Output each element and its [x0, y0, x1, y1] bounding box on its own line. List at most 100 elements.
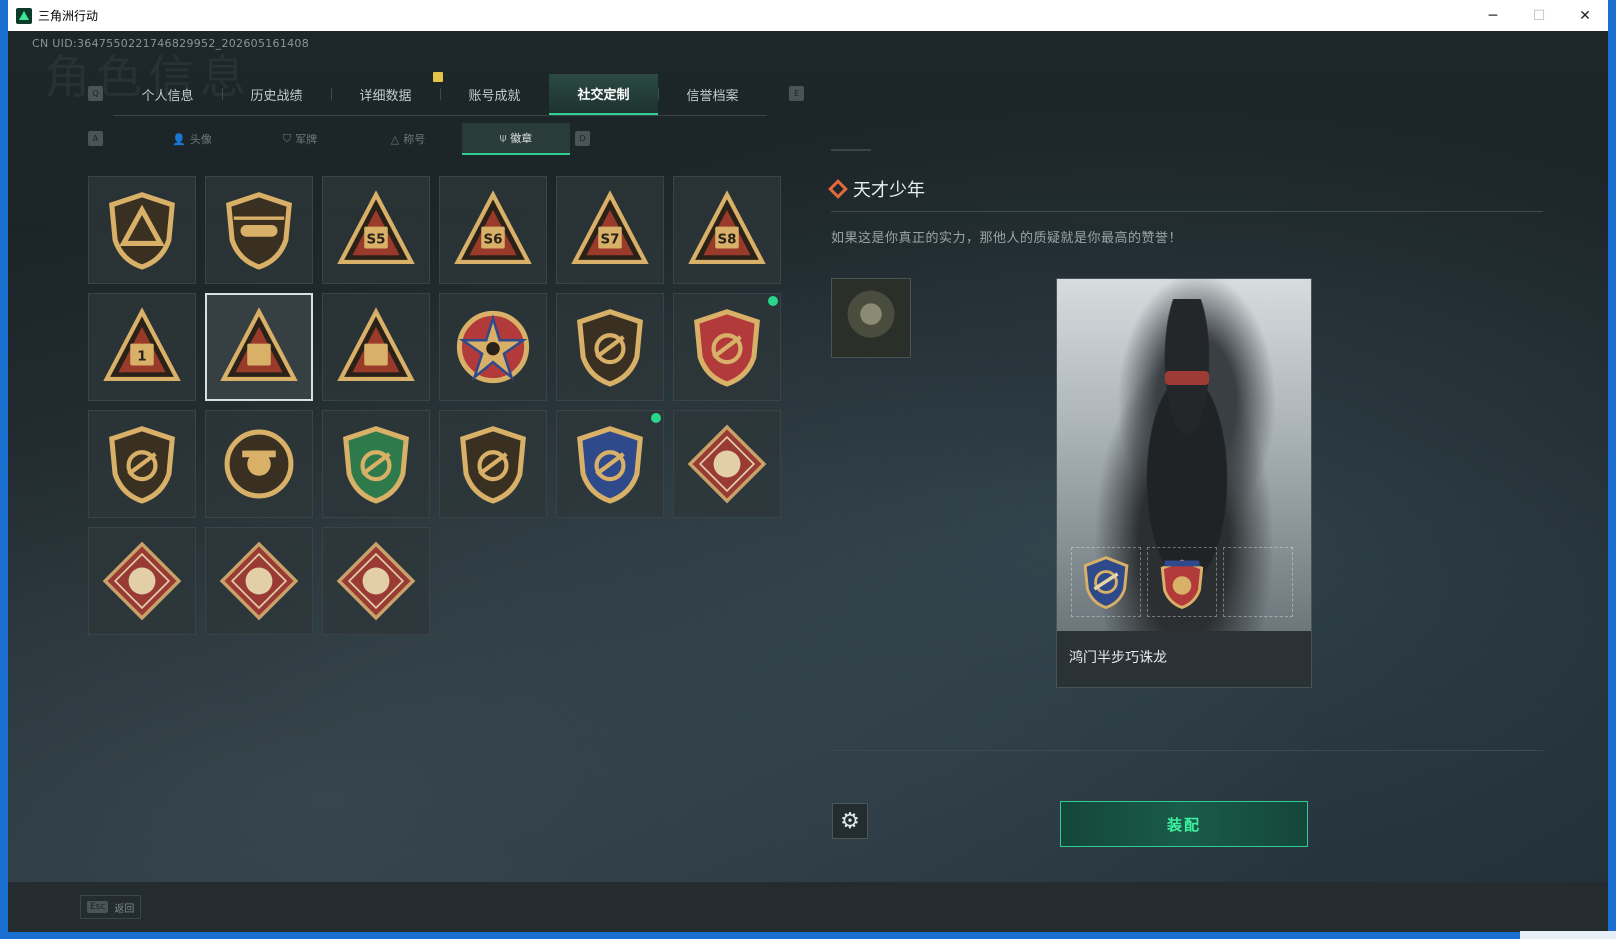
prev-tab-key[interactable]: Q — [88, 86, 103, 101]
badge-cell-18[interactable] — [88, 527, 196, 635]
card-artwork — [1057, 279, 1311, 631]
player-avatar — [831, 278, 911, 358]
svg-text:S5: S5 — [366, 232, 385, 247]
badge-cell-9[interactable] — [439, 293, 547, 401]
subtab-label: 称号 — [403, 133, 426, 146]
badge-cell-7[interactable] — [205, 293, 313, 401]
subtab-1[interactable]: ⛉ 军牌 — [246, 123, 354, 155]
badge-cell-2[interactable]: S5 — [322, 176, 430, 284]
diamond-dragon-badge-icon — [102, 541, 182, 621]
esc-key-icon: Esc — [87, 901, 109, 913]
diamond-dragon-badge-icon — [219, 541, 299, 621]
blue-shield-badge-icon — [1083, 556, 1129, 610]
badge-cell-0[interactable] — [88, 176, 196, 284]
badge-cell-12[interactable] — [88, 410, 196, 518]
subtab-0[interactable]: 👤 头像 — [138, 123, 246, 155]
new-indicator-icon — [651, 413, 661, 423]
subtab-label: 徽章 — [510, 132, 533, 145]
red-star-shield-badge-icon — [1160, 559, 1204, 610]
tab-notification-icon — [433, 72, 443, 82]
footer-bar: Esc 返回 — [8, 882, 1608, 932]
tab-5[interactable]: 信誉档案 — [658, 74, 767, 115]
shield-triangle-badge-icon — [109, 192, 175, 270]
diamond-runner-badge-icon — [336, 541, 416, 621]
tab-1[interactable]: 历史战绩 — [222, 74, 331, 115]
divider — [831, 211, 1543, 212]
badge-cell-10[interactable] — [556, 293, 664, 401]
window-titlebar: 三角洲行动 ─ ☐ ✕ — [8, 0, 1608, 31]
sub-tabs: 👤 头像 ⛉ 军牌 △ 称号 ⍦ 徽章 — [138, 123, 570, 155]
tri-badge-icon: 1 — [103, 307, 181, 382]
back-button[interactable]: Esc 返回 — [80, 895, 142, 919]
badge-cell-15[interactable] — [439, 410, 547, 518]
badge-cell-11[interactable] — [673, 293, 781, 401]
card-badge-slots — [1071, 547, 1293, 617]
detail-description: 如果这是你真正的实力，那他人的质疑就是你最高的赞誉！ — [831, 231, 1183, 246]
next-subtab-key[interactable]: D — [575, 131, 590, 146]
subtab-2[interactable]: △ 称号 — [354, 123, 462, 155]
badge-icon: ⍦ — [499, 131, 507, 144]
soldier-visor — [1165, 371, 1209, 385]
badge-cell-14[interactable] — [322, 410, 430, 518]
settings-button[interactable]: ⚙ — [832, 803, 868, 839]
next-tab-key[interactable]: E — [789, 86, 804, 101]
badge-cell-8[interactable] — [322, 293, 430, 401]
detail-title-text: 天才少年 — [853, 180, 925, 201]
game-window: 角色信息 CN UID:3647550221746829952_20260516… — [8, 31, 1608, 932]
badge-cell-5[interactable]: S8 — [673, 176, 781, 284]
badge-cell-1[interactable] — [205, 176, 313, 284]
svg-text:1: 1 — [137, 349, 146, 364]
badge-cell-6[interactable]: 1 — [88, 293, 196, 401]
badge-slot-1[interactable] — [1071, 547, 1141, 617]
round-badge-icon — [224, 429, 294, 499]
shield-badge-icon — [109, 426, 175, 504]
divider — [831, 750, 1543, 751]
uid-label: CN UID:3647550221746829952_202605161408 — [32, 37, 310, 50]
minimize-button[interactable]: ─ — [1470, 0, 1516, 31]
card-name: 鸿门半步巧诛龙 — [1069, 650, 1167, 666]
tri-badge-icon — [337, 307, 415, 382]
shield-stars-badge-icon — [694, 309, 760, 387]
dogtag-icon: ⛉ — [282, 132, 292, 145]
badge-cell-4[interactable]: S7 — [556, 176, 664, 284]
badge-slot-3[interactable] — [1223, 547, 1293, 617]
badge-cell-19[interactable] — [205, 527, 313, 635]
shield-helicopter-badge-icon — [226, 192, 292, 270]
equip-button[interactable]: 装配 — [1060, 801, 1308, 847]
tab-0[interactable]: 个人信息 — [113, 74, 222, 115]
prev-subtab-key[interactable]: A — [88, 131, 103, 146]
badge-cell-20[interactable] — [322, 527, 430, 635]
badge-cell-3[interactable]: S6 — [439, 176, 547, 284]
detail-title: 天才少年 — [828, 176, 925, 202]
svg-text:S6: S6 — [483, 232, 502, 247]
badge-slot-2[interactable] — [1147, 547, 1217, 617]
taskbar-peek — [1520, 931, 1616, 939]
gear-icon: ⚙ — [840, 808, 860, 834]
tab-3[interactable]: 账号成就 — [440, 74, 549, 115]
tri-badge-icon: S8 — [688, 190, 766, 265]
shield-badge-icon — [577, 309, 643, 387]
svg-text:S7: S7 — [600, 232, 619, 247]
back-label: 返回 — [114, 903, 135, 915]
tab-2[interactable]: 详细数据 — [331, 74, 440, 115]
close-button[interactable]: ✕ — [1562, 0, 1608, 31]
person-icon: 👤 — [172, 132, 186, 146]
tri-badge-icon — [220, 307, 298, 382]
shield-blue-badge-icon — [577, 426, 643, 504]
shield-green-badge-icon — [343, 426, 409, 504]
new-indicator-icon — [768, 296, 778, 306]
subtab-3[interactable]: ⍦ 徽章 — [462, 123, 570, 155]
subtab-label: 头像 — [189, 133, 212, 146]
tri-badge-icon: S6 — [454, 190, 532, 265]
badge-cell-17[interactable] — [673, 410, 781, 518]
tab-4[interactable]: 社交定制 — [549, 74, 658, 115]
maximize-button[interactable]: ☐ — [1516, 0, 1562, 31]
subtab-label: 军牌 — [295, 133, 318, 146]
detail-decoration — [831, 149, 871, 151]
title-diamond-icon — [828, 179, 848, 199]
player-card-preview: 鸿门半步巧诛龙 — [1056, 278, 1312, 688]
diamond-wolf-badge-icon — [687, 424, 767, 504]
badge-cell-16[interactable] — [556, 410, 664, 518]
title-icon: △ — [390, 132, 400, 146]
badge-cell-13[interactable] — [205, 410, 313, 518]
